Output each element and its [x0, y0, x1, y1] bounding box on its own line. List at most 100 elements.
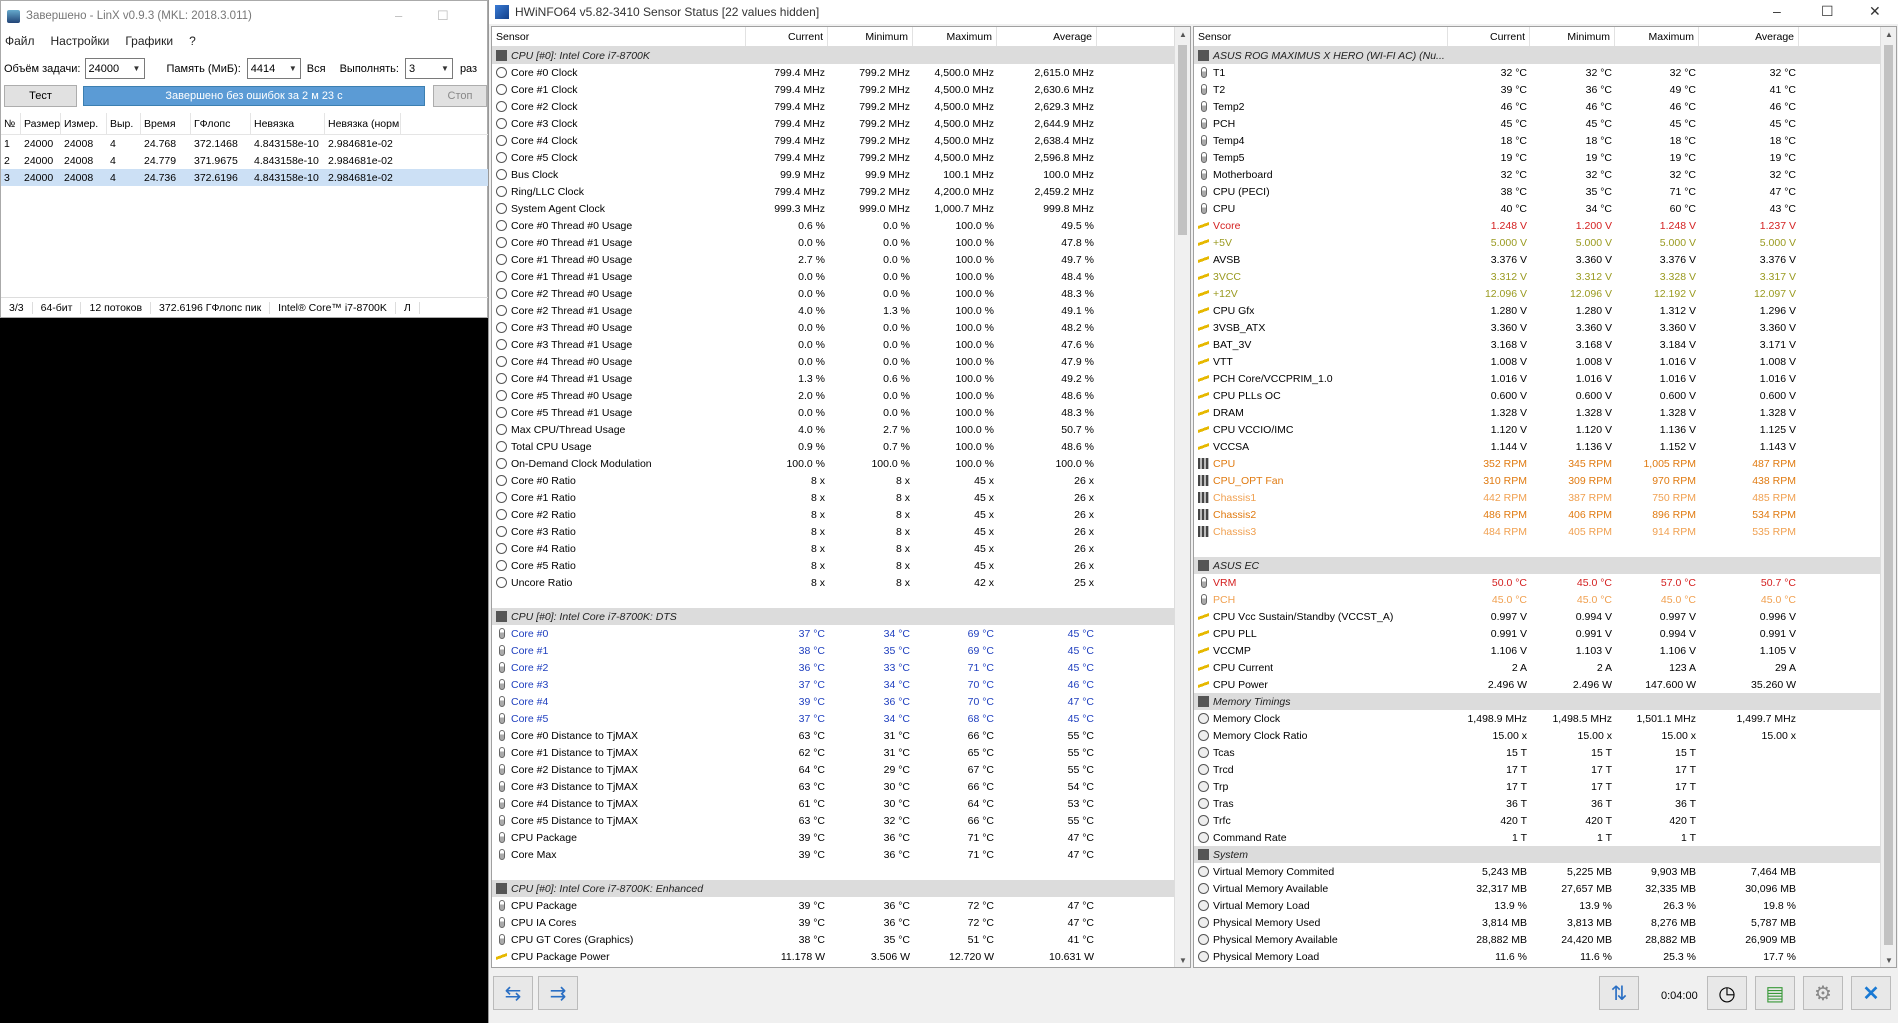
sensor-row[interactable]: Core #4 Ratio 8 x 8 x 45 x 26 x — [492, 540, 1190, 557]
sensor-row[interactable]: Core #0 37 °C 34 °C 69 °C 45 °C — [492, 625, 1190, 642]
sensor-row[interactable]: CPU Package 39 °C 36 °C 71 °C 47 °C — [492, 829, 1190, 846]
sensor-row[interactable]: Core #2 Thread #1 Usage 4.0 % 1.3 % 100.0 %… — [492, 302, 1190, 319]
sensor-row[interactable]: Command Rate 1 T 1 T 1 T — [1194, 829, 1896, 846]
sensor-row[interactable]: Core #5 Clock 799.4 MHz 799.2 MHz 4,500.0 M… — [492, 149, 1190, 166]
sensor-row[interactable]: Vcore 1.248 V 1.200 V 1.248 V 1.237 V — [1194, 217, 1896, 234]
sensor-row[interactable]: Core #3 Thread #1 Usage 0.0 % 0.0 % 100.0 %… — [492, 336, 1190, 353]
sensor-row[interactable]: Core #3 Clock 799.4 MHz 799.2 MHz 4,500.0 M… — [492, 115, 1190, 132]
sensor-row[interactable]: Core #3 Thread #0 Usage 0.0 % 0.0 % 100.0 %… — [492, 319, 1190, 336]
sensor-row[interactable]: Physical Memory Load 11.6 % 11.6 % 25.3 % 17… — [1194, 948, 1896, 965]
memory-combo[interactable]: 4414 ▼ — [246, 58, 301, 79]
menu-graphs[interactable]: Графики — [125, 34, 173, 48]
sensor-row[interactable]: Chassis3 484 RPM 405 RPM 914 RPM 535 RPM — [1194, 523, 1896, 540]
sensor-row[interactable]: System Agent Clock 999.3 MHz 999.0 MHz 1,00… — [492, 200, 1190, 217]
sensor-row[interactable]: 3VCC 3.312 V 3.312 V 3.328 V 3.317 V — [1194, 268, 1896, 285]
sensor-row[interactable]: CPU (PECI) 38 °C 35 °C 71 °C 47 °C — [1194, 183, 1896, 200]
column-header[interactable]: Невязка — [251, 112, 325, 135]
sensor-row[interactable]: Core #0 Distance to TjMAX 63 °C 31 °C 66 °C… — [492, 727, 1190, 744]
sensor-row[interactable]: Core #3 Ratio 8 x 8 x 45 x 26 x — [492, 523, 1190, 540]
column-header[interactable]: Измер. — [61, 112, 107, 135]
scroll-up-icon[interactable]: ▲ — [1881, 27, 1896, 43]
sensor-group-header[interactable]: System — [1194, 846, 1896, 863]
sensor-group-header[interactable]: CPU [#0]: Intel Core i7-8700K: Enhanced — [492, 880, 1190, 897]
sensor-row[interactable]: Tras 36 T 36 T 36 T — [1194, 795, 1896, 812]
sensor-row[interactable]: Core #3 37 °C 34 °C 70 °C 46 °C — [492, 676, 1190, 693]
settings-icon[interactable]: ⚙ — [1803, 976, 1843, 1010]
sensor-row[interactable]: Trp 17 T 17 T 17 T — [1194, 778, 1896, 795]
sensor-pane-left[interactable]: Sensor Current Minimum Maximum Average CPU [#… — [491, 26, 1191, 968]
sensor-row[interactable]: CPU_OPT Fan 310 RPM 309 RPM 970 RPM 438 RPM — [1194, 472, 1896, 489]
column-header[interactable]: Average — [1699, 27, 1799, 46]
column-header[interactable]: Размер — [21, 112, 61, 135]
column-header[interactable]: Current — [746, 27, 828, 46]
add-report-icon[interactable]: ▤ — [1755, 976, 1795, 1010]
sensor-row[interactable]: CPU PLL 0.991 V 0.991 V 0.994 V 0.991 V — [1194, 625, 1896, 642]
sensor-group-header[interactable]: CPU [#0]: Intel Core i7-8700K: DTS — [492, 608, 1190, 625]
sensor-row[interactable]: Memory Clock Ratio 15.00 x 15.00 x 15.00 x 1… — [1194, 727, 1896, 744]
collapse-arrows-icon[interactable]: ⇆ — [493, 976, 533, 1010]
sensor-row[interactable]: Physical Memory Available 28,882 MB 24,420… — [1194, 931, 1896, 948]
menu-file[interactable]: Файл — [5, 34, 35, 48]
sensor-row[interactable]: Motherboard 32 °C 32 °C 32 °C 32 °C — [1194, 166, 1896, 183]
minimize-icon[interactable]: – — [395, 8, 402, 23]
sensor-row[interactable]: Core #0 Thread #0 Usage 0.6 % 0.0 % 100.0 %… — [492, 217, 1190, 234]
sensor-group-header[interactable]: Memory Timings — [1194, 693, 1896, 710]
sensor-row[interactable]: Bus Clock 99.9 MHz 99.9 MHz 100.1 MHz 100.0 … — [492, 166, 1190, 183]
run-count-combo[interactable]: 3 ▼ — [404, 58, 453, 79]
close-sensors-icon[interactable]: ✕ — [1851, 976, 1891, 1010]
sensor-row[interactable]: AVSB 3.376 V 3.360 V 3.376 V 3.376 V — [1194, 251, 1896, 268]
sensor-row[interactable]: CPU Package 39 °C 36 °C 72 °C 47 °C — [492, 897, 1190, 914]
sensor-row[interactable]: Core #2 Thread #0 Usage 0.0 % 0.0 % 100.0 %… — [492, 285, 1190, 302]
sensor-row[interactable]: Core #3 Distance to TjMAX 63 °C 30 °C 66 °C… — [492, 778, 1190, 795]
sensor-row[interactable]: Core #0 Ratio 8 x 8 x 45 x 26 x — [492, 472, 1190, 489]
sensor-row[interactable]: Core #1 Thread #1 Usage 0.0 % 0.0 % 100.0 %… — [492, 268, 1190, 285]
column-header[interactable]: Время — [141, 112, 191, 135]
sensor-row[interactable]: Temp4 18 °C 18 °C 18 °C 18 °C — [1194, 132, 1896, 149]
scroll-thumb[interactable] — [1178, 45, 1187, 235]
column-header[interactable]: № — [1, 112, 21, 135]
test-button[interactable]: Тест — [4, 85, 77, 107]
sensor-row[interactable]: T2 39 °C 36 °C 49 °C 41 °C — [1194, 81, 1896, 98]
sensor-row[interactable]: Trfc 420 T 420 T 420 T — [1194, 812, 1896, 829]
sensor-row[interactable]: Core #4 Clock 799.4 MHz 799.2 MHz 4,500.0 M… — [492, 132, 1190, 149]
sensor-row[interactable]: Tcas 15 T 15 T 15 T — [1194, 744, 1896, 761]
sensor-row[interactable]: Core Max 39 °C 36 °C 71 °C 47 °C — [492, 846, 1190, 863]
sensor-row[interactable]: CPU GT Cores (Graphics) 38 °C 35 °C 51 °C 41… — [492, 931, 1190, 948]
sensor-row[interactable]: Core #0 Clock 799.4 MHz 799.2 MHz 4,500.0 M… — [492, 64, 1190, 81]
network-icon[interactable]: ⇅ — [1599, 976, 1639, 1010]
sensor-row[interactable]: Core #1 38 °C 35 °C 69 °C 45 °C — [492, 642, 1190, 659]
sensor-row[interactable]: CPU PLLs OC 0.600 V 0.600 V 0.600 V 0.600 V — [1194, 387, 1896, 404]
all-label[interactable]: Вся — [307, 63, 326, 75]
sensor-row[interactable]: Physical Memory Used 3,814 MB 3,813 MB 8,27… — [1194, 914, 1896, 931]
scrollbar[interactable]: ▲ ▼ — [1174, 27, 1190, 967]
column-header[interactable]: Невязка (норм.) — [325, 112, 401, 135]
sensor-row[interactable]: Core #4 Thread #1 Usage 1.3 % 0.6 % 100.0 %… — [492, 370, 1190, 387]
sensor-row[interactable]: Core #4 Thread #0 Usage 0.0 % 0.0 % 100.0 %… — [492, 353, 1190, 370]
sensor-row[interactable]: Core #1 Thread #0 Usage 2.7 % 0.0 % 100.0 %… — [492, 251, 1190, 268]
column-header[interactable]: Sensor — [1194, 27, 1448, 46]
sensor-row[interactable]: Uncore Ratio 8 x 8 x 42 x 25 x — [492, 574, 1190, 591]
column-header[interactable]: Average — [997, 27, 1097, 46]
sensor-row[interactable]: CPU Gfx 1.280 V 1.280 V 1.312 V 1.296 V — [1194, 302, 1896, 319]
sensor-row[interactable]: Max CPU/Thread Usage 4.0 % 2.7 % 100.0 % 50.… — [492, 421, 1190, 438]
sensor-row[interactable]: Trcd 17 T 17 T 17 T — [1194, 761, 1896, 778]
sensor-row[interactable]: 3VSB_ATX 3.360 V 3.360 V 3.360 V 3.360 V — [1194, 319, 1896, 336]
sensor-row[interactable]: VCCMP 1.106 V 1.103 V 1.106 V 1.105 V — [1194, 642, 1896, 659]
column-header[interactable]: Maximum — [913, 27, 997, 46]
expand-arrows-icon[interactable]: ⇉ — [538, 976, 578, 1010]
sensor-row[interactable]: CPU Current 2 A 2 A 123 A 29 A — [1194, 659, 1896, 676]
sensor-row[interactable]: Core #5 Thread #1 Usage 0.0 % 0.0 % 100.0 %… — [492, 404, 1190, 421]
scroll-up-icon[interactable]: ▲ — [1175, 27, 1190, 43]
sensor-row[interactable]: Core #1 Distance to TjMAX 62 °C 31 °C 65 °C… — [492, 744, 1190, 761]
maximize-icon[interactable]: ☐ — [1821, 3, 1834, 20]
sensor-row[interactable]: CPU 40 °C 34 °C 60 °C 43 °C — [1194, 200, 1896, 217]
sensor-row[interactable]: Core #4 39 °C 36 °C 70 °C 47 °C — [492, 693, 1190, 710]
column-header[interactable]: Current — [1448, 27, 1530, 46]
stop-button[interactable]: Стоп — [433, 85, 487, 107]
sensor-row[interactable]: CPU IA Cores 39 °C 36 °C 72 °C 47 °C — [492, 914, 1190, 931]
sensor-row[interactable]: Memory Clock 1,498.9 MHz 1,498.5 MHz 1,501.… — [1194, 710, 1896, 727]
sensor-row[interactable]: Chassis2 486 RPM 406 RPM 896 RPM 534 RPM — [1194, 506, 1896, 523]
sensor-group-header[interactable]: ASUS ROG MAXIMUS X HERO (WI-FI AC) (Nu..… — [1194, 47, 1896, 64]
sensor-row[interactable]: Core #2 Distance to TjMAX 64 °C 29 °C 67 °C… — [492, 761, 1190, 778]
sensor-row[interactable]: VCCSA 1.144 V 1.136 V 1.152 V 1.143 V — [1194, 438, 1896, 455]
